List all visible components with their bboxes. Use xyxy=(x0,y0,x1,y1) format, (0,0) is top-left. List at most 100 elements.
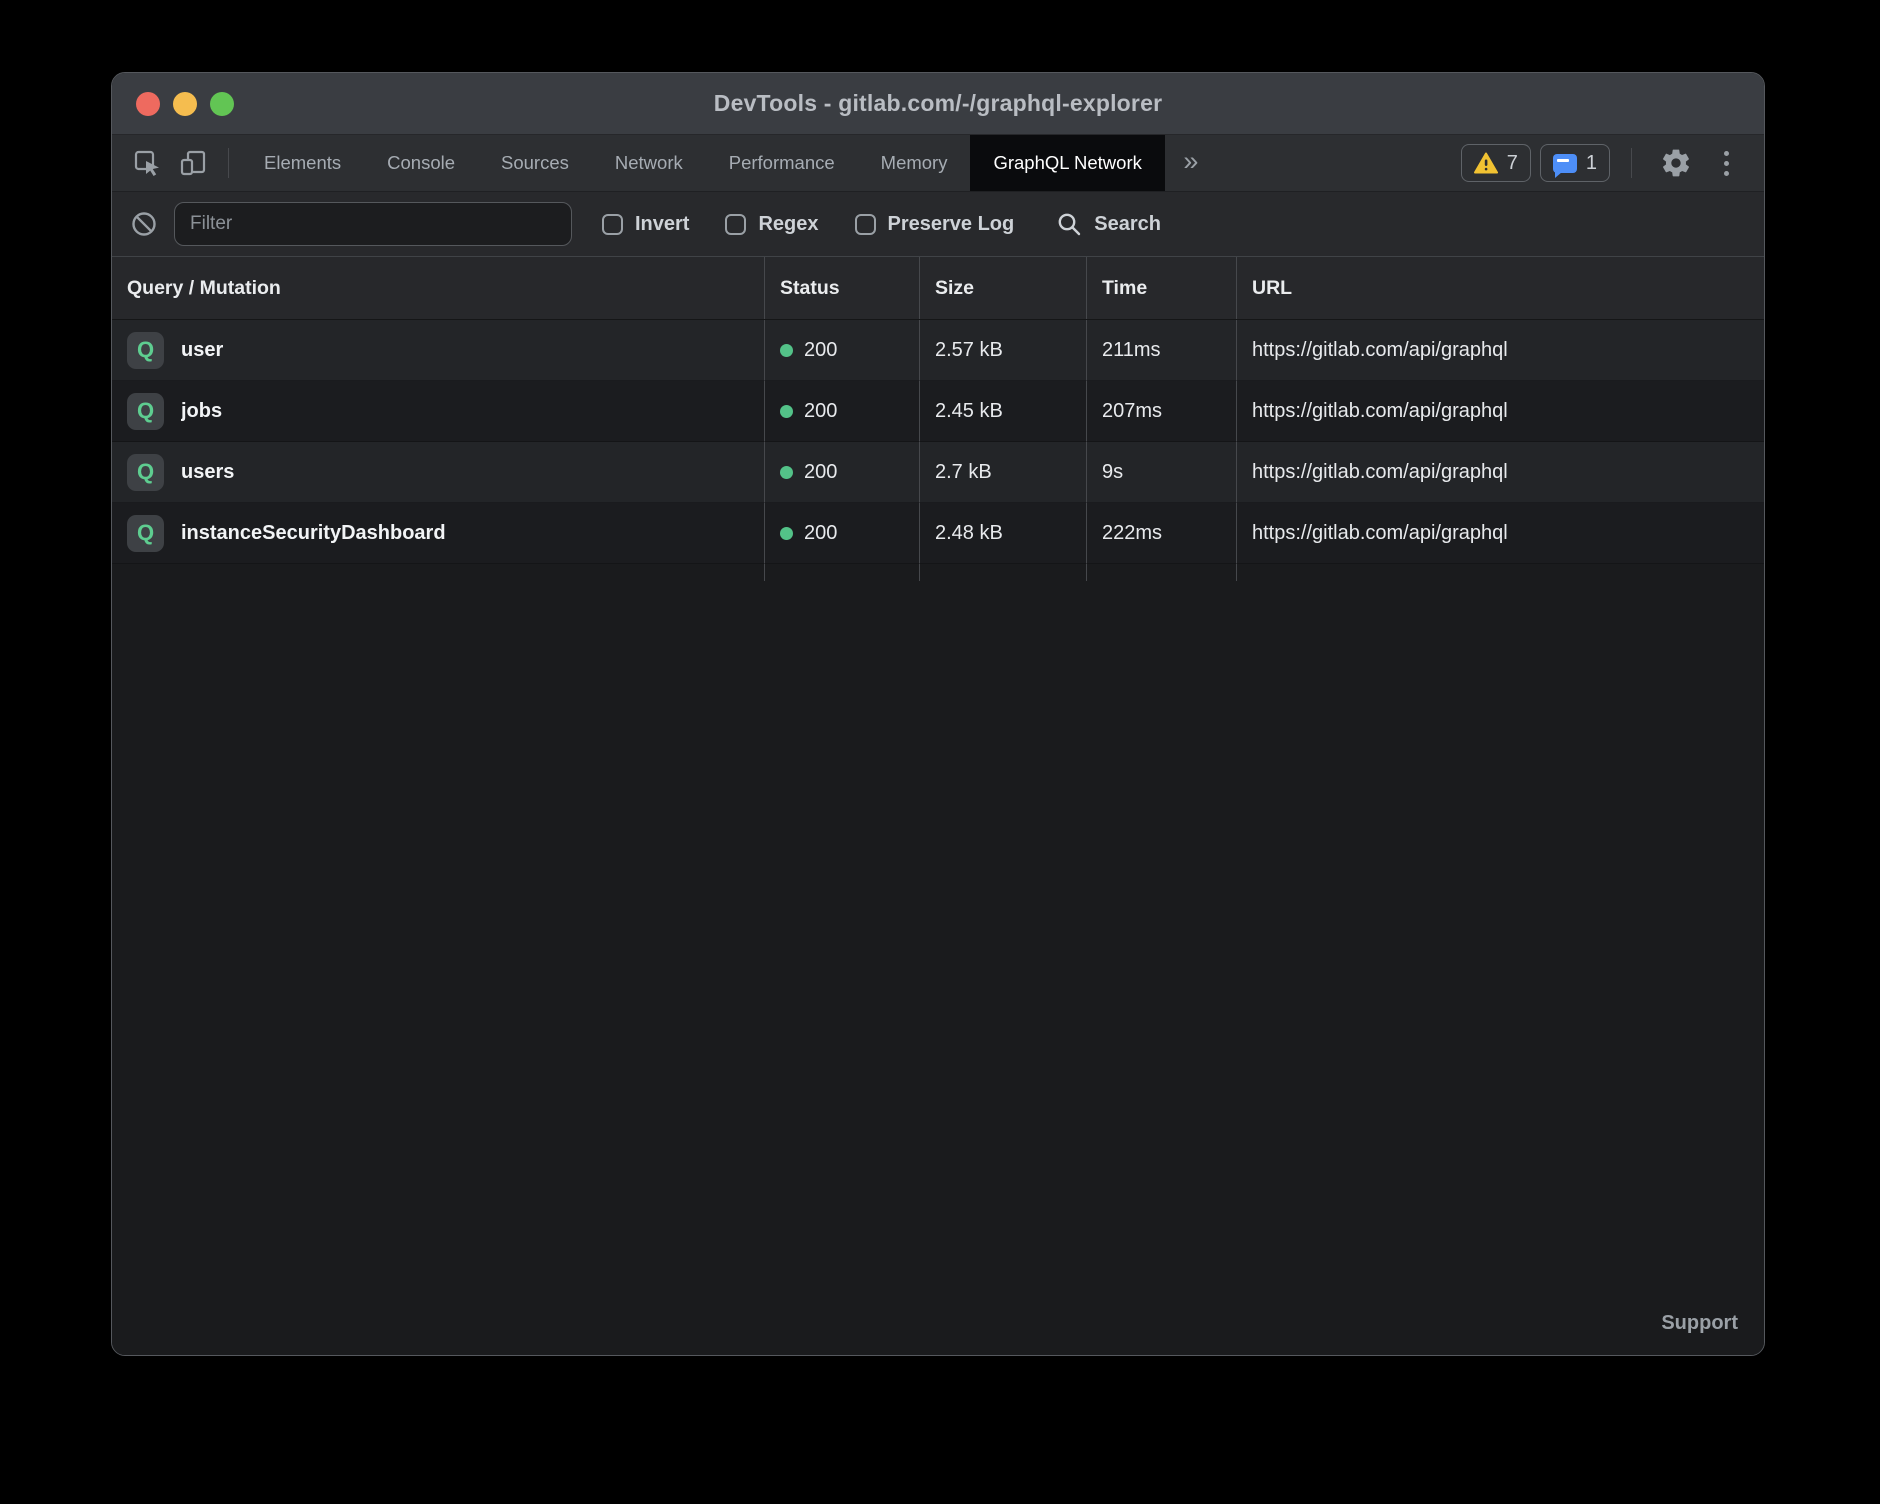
inspect-element-button[interactable] xyxy=(124,135,170,191)
clear-requests-button[interactable] xyxy=(130,210,158,238)
query-type-badge: Q xyxy=(127,515,164,552)
table-row[interactable]: Q instanceSecurityDashboard 200 2.48 kB … xyxy=(112,503,1764,564)
time-cell: 211ms xyxy=(1086,320,1236,381)
query-cell: Q instanceSecurityDashboard xyxy=(112,503,764,564)
query-type-badge: Q xyxy=(127,393,164,430)
column-label: Time xyxy=(1102,277,1147,300)
size-value: 2.48 kB xyxy=(935,522,1003,545)
warning-count: 7 xyxy=(1507,152,1518,175)
column-header-time[interactable]: Time xyxy=(1086,257,1236,319)
url-cell: https://gitlab.com/api/graphql xyxy=(1236,381,1764,442)
divider-stub-cell xyxy=(1236,564,1764,581)
console-messages-badge[interactable]: 1 xyxy=(1540,144,1610,182)
column-header-size[interactable]: Size xyxy=(919,257,1086,319)
time-value: 211ms xyxy=(1102,339,1161,362)
close-button[interactable] xyxy=(136,92,160,116)
tab-graphql-network[interactable]: GraphQL Network xyxy=(970,135,1164,191)
url-value: https://gitlab.com/api/graphql xyxy=(1252,400,1508,423)
table-row[interactable]: Q user 200 2.57 kB 211ms https://gitlab.… xyxy=(112,320,1764,381)
status-cell: 200 xyxy=(764,381,919,442)
support-link[interactable]: Support xyxy=(1661,1312,1738,1335)
status-cell: 200 xyxy=(764,442,919,503)
time-cell: 9s xyxy=(1086,442,1236,503)
tab-elements[interactable]: Elements xyxy=(241,135,364,191)
tabbar-right-controls: 7 1 xyxy=(1461,135,1764,191)
column-header-status[interactable]: Status xyxy=(764,257,919,319)
toolbar-separator xyxy=(228,148,229,178)
tab-label: GraphQL Network xyxy=(993,152,1141,174)
preserve-log-checkbox-group: Preserve Log xyxy=(855,213,1015,236)
column-label: Size xyxy=(935,277,974,300)
regex-checkbox[interactable] xyxy=(725,214,746,235)
status-code: 200 xyxy=(804,339,837,362)
status-code: 200 xyxy=(804,461,837,484)
search-button[interactable]: Search xyxy=(1056,211,1161,237)
column-header-url[interactable]: URL xyxy=(1236,257,1764,319)
more-options-button[interactable] xyxy=(1708,151,1744,176)
filter-input[interactable] xyxy=(174,202,572,246)
gear-icon xyxy=(1660,147,1692,179)
status-ok-dot-icon xyxy=(780,466,793,479)
divider-stub-cell xyxy=(112,564,764,581)
regex-label: Regex xyxy=(758,213,818,236)
preserve-log-label: Preserve Log xyxy=(888,213,1015,236)
query-name: users xyxy=(181,461,234,484)
tab-console[interactable]: Console xyxy=(364,135,478,191)
size-cell: 2.45 kB xyxy=(919,381,1086,442)
query-name: user xyxy=(181,339,223,362)
issues-warning-badge[interactable]: 7 xyxy=(1461,144,1531,182)
status-ok-dot-icon xyxy=(780,405,793,418)
url-cell: https://gitlab.com/api/graphql xyxy=(1236,320,1764,381)
message-bubble-icon xyxy=(1553,154,1577,173)
column-header-query-mutation[interactable]: Query / Mutation xyxy=(112,257,764,319)
minimize-button[interactable] xyxy=(173,92,197,116)
divider-stub-cell xyxy=(764,564,919,581)
filter-toolbar: Invert Regex Preserve Log Search xyxy=(112,192,1764,257)
zoom-button[interactable] xyxy=(210,92,234,116)
devtools-tabbar: Elements Console Sources Network Perform… xyxy=(112,135,1764,192)
query-name: instanceSecurityDashboard xyxy=(181,522,446,545)
devtools-window: DevTools - gitlab.com/-/graphql-explorer xyxy=(111,72,1765,1356)
tab-memory[interactable]: Memory xyxy=(858,135,971,191)
tab-label: Memory xyxy=(881,152,948,174)
requests-table: Q user 200 2.57 kB 211ms https://gitlab.… xyxy=(112,320,1764,581)
device-toolbar-button[interactable] xyxy=(170,135,216,191)
url-value: https://gitlab.com/api/graphql xyxy=(1252,339,1508,362)
url-cell: https://gitlab.com/api/graphql xyxy=(1236,442,1764,503)
titlebar: DevTools - gitlab.com/-/graphql-explorer xyxy=(112,73,1764,135)
toolbar-separator xyxy=(1631,148,1632,178)
kebab-dot xyxy=(1724,161,1729,166)
tab-performance[interactable]: Performance xyxy=(706,135,858,191)
size-cell: 2.57 kB xyxy=(919,320,1086,381)
table-row[interactable]: Q jobs 200 2.45 kB 207ms https://gitlab.… xyxy=(112,381,1764,442)
table-row[interactable]: Q users 200 2.7 kB 9s https://gitlab.com… xyxy=(112,442,1764,503)
status-cell: 200 xyxy=(764,503,919,564)
invert-checkbox[interactable] xyxy=(602,214,623,235)
divider-stub-cell xyxy=(919,564,1086,581)
device-toolbar-icon xyxy=(179,149,207,177)
query-cell: Q user xyxy=(112,320,764,381)
traffic-lights xyxy=(136,73,234,134)
toolbar-icon-group xyxy=(112,135,241,191)
tab-sources[interactable]: Sources xyxy=(478,135,592,191)
search-icon xyxy=(1056,211,1082,237)
time-value: 9s xyxy=(1102,461,1123,484)
more-tabs-button[interactable]: » xyxy=(1165,135,1217,191)
column-label: Status xyxy=(780,277,840,300)
query-name: jobs xyxy=(181,400,222,423)
kebab-dot xyxy=(1724,171,1729,176)
time-value: 207ms xyxy=(1102,400,1162,423)
size-value: 2.57 kB xyxy=(935,339,1003,362)
tab-label: Elements xyxy=(264,152,341,174)
tab-network[interactable]: Network xyxy=(592,135,706,191)
query-type-badge: Q xyxy=(127,332,164,369)
empty-panel-area: Support xyxy=(112,581,1764,1355)
size-value: 2.7 kB xyxy=(935,461,992,484)
settings-button[interactable] xyxy=(1653,147,1699,179)
preserve-log-checkbox[interactable] xyxy=(855,214,876,235)
inspect-cursor-icon xyxy=(133,149,161,177)
column-label: URL xyxy=(1252,277,1292,300)
url-cell: https://gitlab.com/api/graphql xyxy=(1236,503,1764,564)
query-cell: Q jobs xyxy=(112,381,764,442)
status-code: 200 xyxy=(804,522,837,545)
